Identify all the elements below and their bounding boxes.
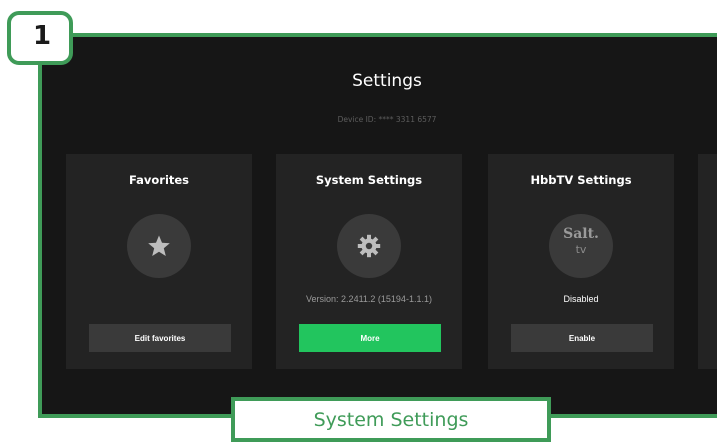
edit-favorites-button[interactable]: Edit favorites: [89, 324, 231, 352]
device-id-text: Device ID: **** 3311 6577: [337, 115, 437, 124]
system-settings-card[interactable]: System Settings Version: 2.2411.2 (15194…: [276, 154, 462, 369]
salt-logo-text: Salt.: [563, 226, 599, 242]
version-text: Version: 2.2411.2 (15194-1.1.1): [306, 294, 432, 304]
caption-text: System Settings: [313, 408, 469, 431]
favorites-card[interactable]: Favorites Edit favorites: [66, 154, 252, 369]
card-title: Favorites: [128, 173, 190, 187]
step-number: 1: [33, 21, 52, 51]
caption-label: System Settings: [231, 397, 551, 442]
star-icon: [127, 214, 191, 278]
salt-logo-subtext: tv: [575, 243, 587, 256]
gear-icon: [337, 214, 401, 278]
enable-button[interactable]: Enable: [511, 324, 653, 352]
step-number-badge: 1: [7, 11, 73, 65]
hbbtv-status: Disabled: [563, 294, 599, 304]
card-title: System Settings: [315, 173, 423, 187]
next-card-partial[interactable]: [698, 154, 717, 369]
card-title: HbbTV Settings: [530, 173, 632, 187]
hbbtv-settings-card[interactable]: HbbTV Settings Salt. tv Disabled Enable: [488, 154, 674, 369]
salt-tv-logo: Salt. tv: [549, 214, 613, 278]
more-button[interactable]: More: [299, 324, 441, 352]
tv-screen-frame: Settings Device ID: **** 3311 6577 Favor…: [38, 33, 717, 418]
page-title: Settings: [352, 71, 422, 91]
